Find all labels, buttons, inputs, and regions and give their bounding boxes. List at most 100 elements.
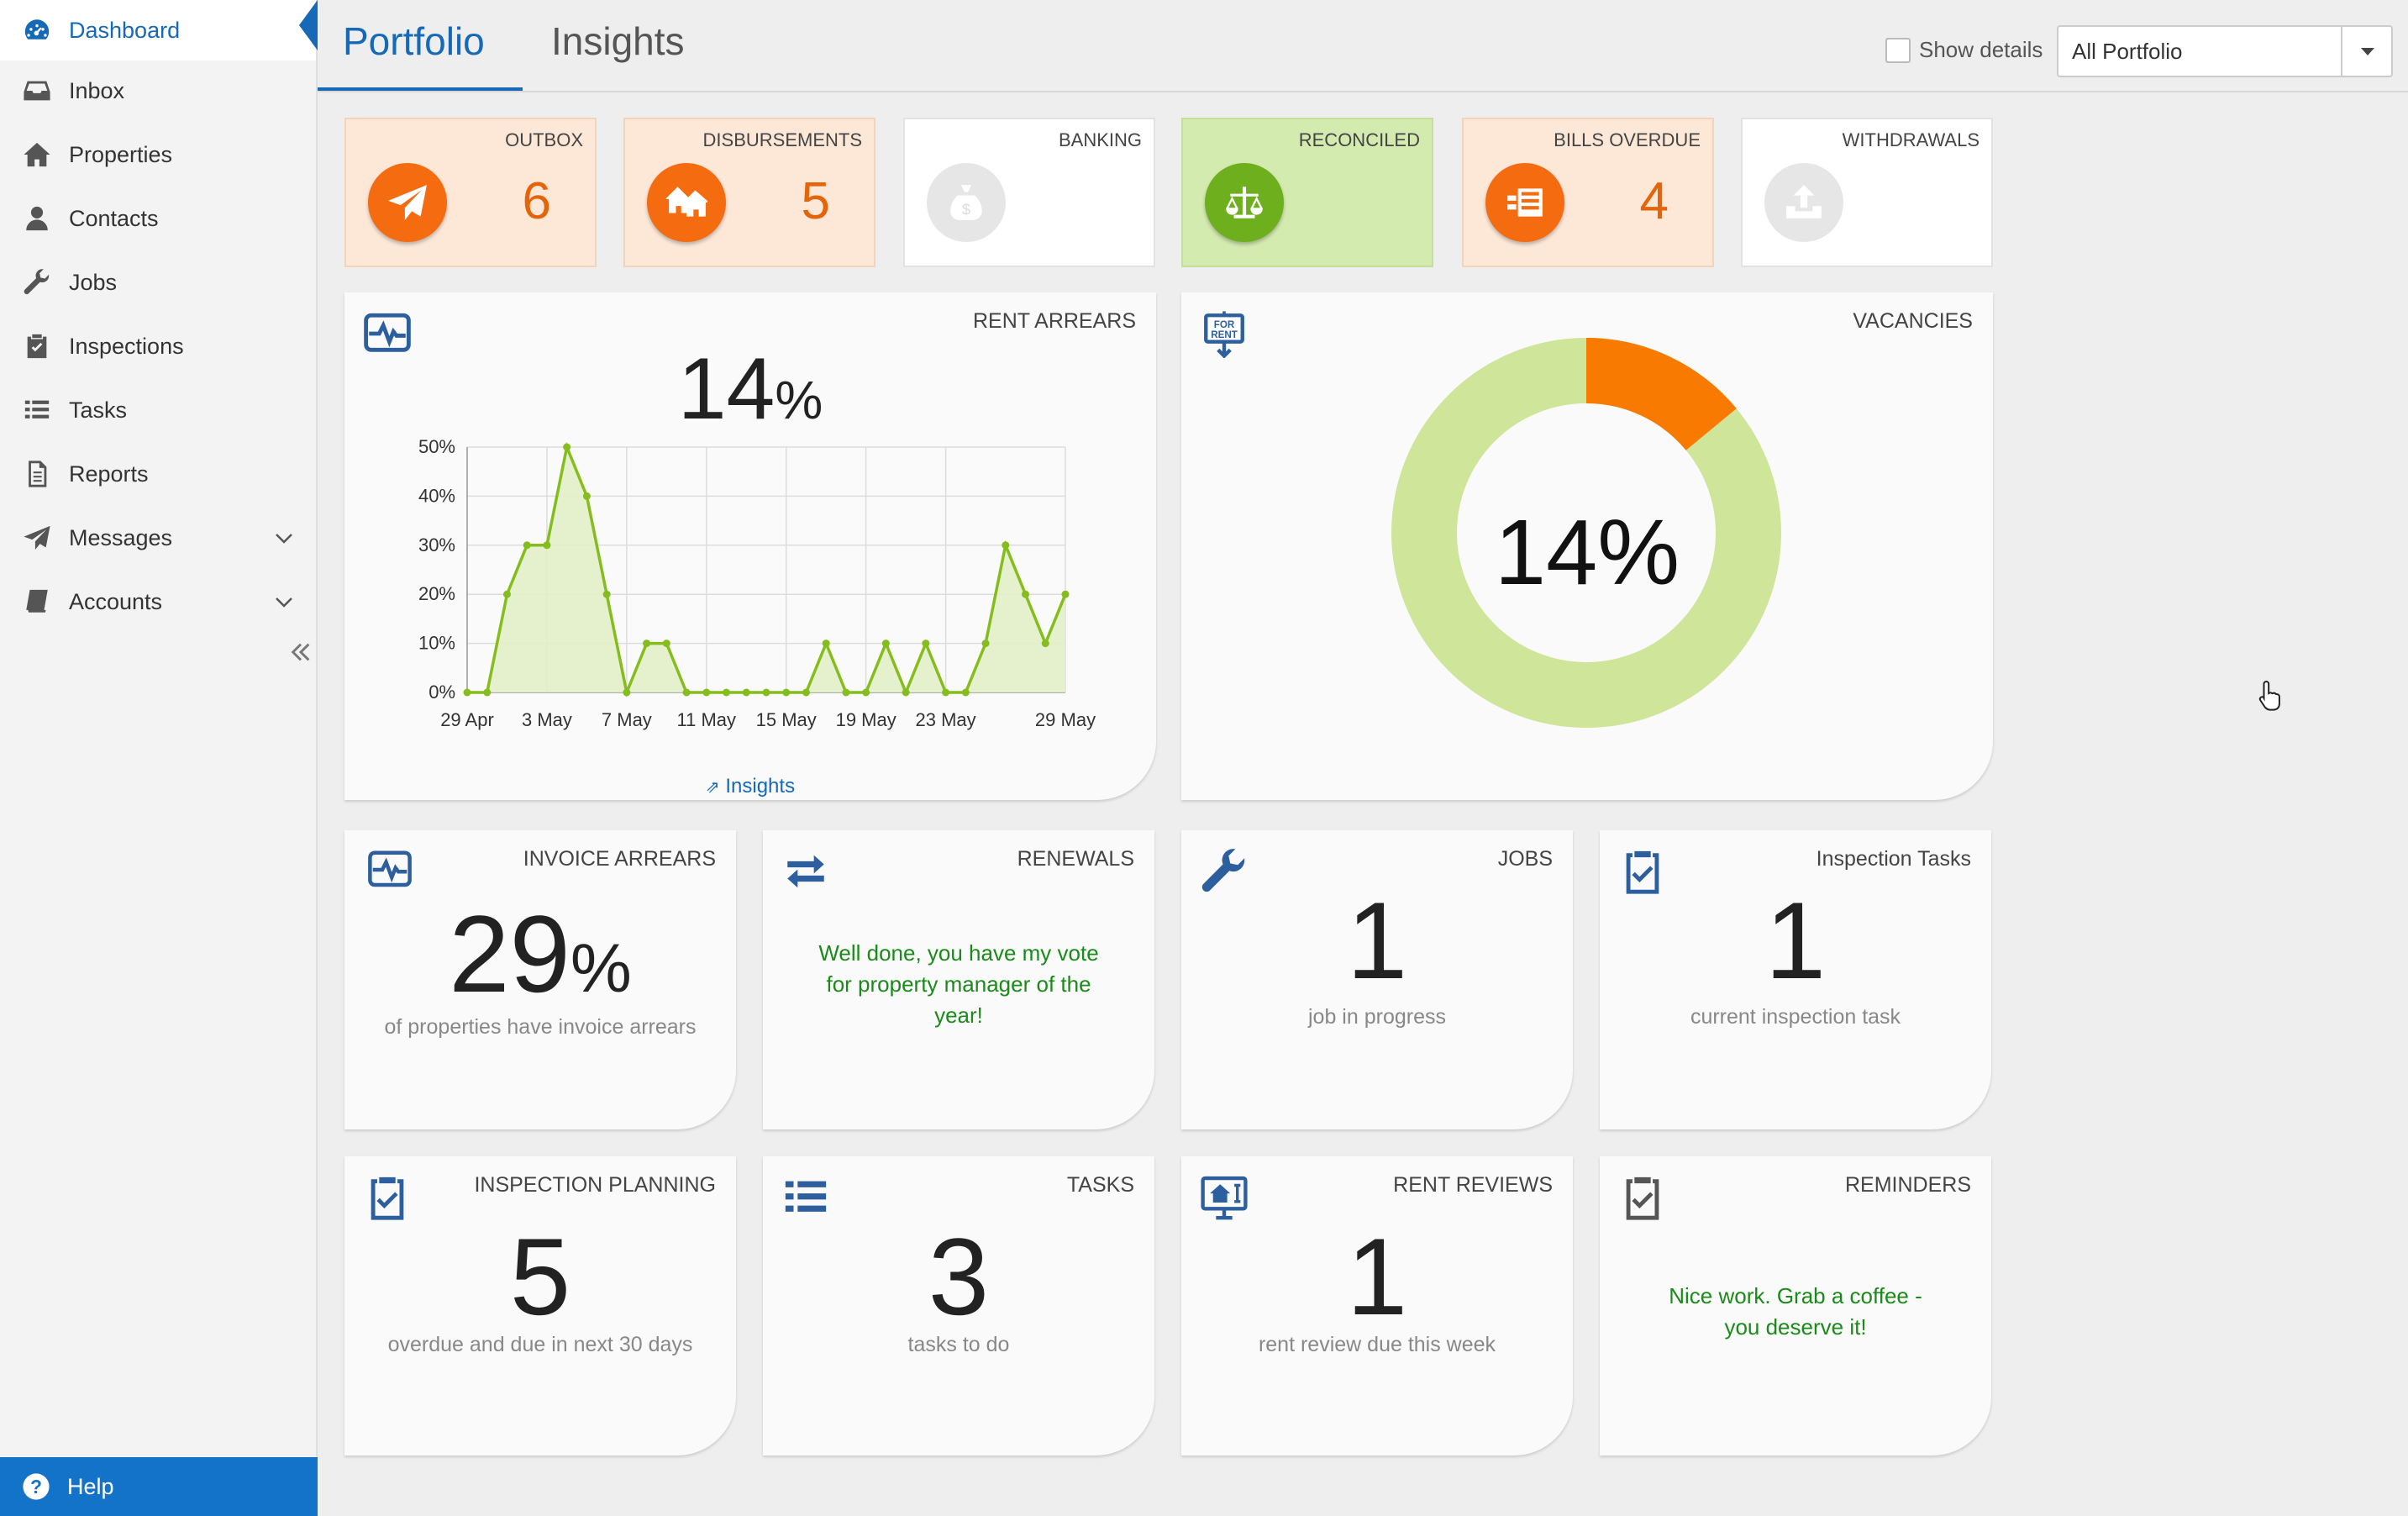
x-tick-label: 19 May bbox=[836, 709, 896, 730]
data-point bbox=[483, 688, 492, 697]
card-subtitle: overdue and due in next 30 days bbox=[387, 1333, 693, 1356]
sidebar-item-jobs[interactable]: Jobs bbox=[0, 252, 316, 313]
data-point bbox=[822, 640, 830, 648]
collapse-sidebar-icon[interactable] bbox=[289, 640, 313, 664]
paper-plane-icon bbox=[22, 523, 52, 553]
wrench-icon bbox=[22, 267, 52, 297]
tab-insights[interactable]: Insights bbox=[551, 18, 685, 64]
card-title: INSPECTION PLANNING bbox=[474, 1173, 716, 1197]
sidebar-item-inbox[interactable]: Inbox bbox=[0, 61, 316, 121]
hand-cursor-icon bbox=[2258, 681, 2280, 711]
percent-sign: % bbox=[570, 930, 632, 1007]
card-subtitle: rent review due this week bbox=[1258, 1333, 1496, 1356]
trend-icon: ⇗ bbox=[705, 778, 720, 797]
invoice-arrears-number: 29 bbox=[449, 892, 570, 1015]
data-point bbox=[981, 640, 990, 648]
y-tick-label: 20% bbox=[418, 583, 455, 604]
renewals-card: RENEWALS Well done, you have my vote for… bbox=[763, 830, 1154, 1129]
tasks-count: 3 bbox=[928, 1215, 990, 1338]
inspection-planning-card: INSPECTION PLANNING 5 overdue and due in… bbox=[344, 1156, 736, 1455]
data-point bbox=[942, 688, 950, 697]
banking-tile[interactable]: BANKING $ bbox=[903, 118, 1155, 267]
chevron-down-icon[interactable] bbox=[274, 592, 294, 612]
data-point bbox=[502, 590, 511, 598]
inspection-tasks-card: Inspection Tasks 1 current inspection ta… bbox=[1600, 830, 1991, 1129]
invoice-arrears-value: 29% bbox=[344, 891, 736, 1017]
sidebar-item-label: Dashboard bbox=[69, 17, 181, 43]
rent-arrears-chart: 0% 10% 20% 30% 40% 50% 29 Apr 3 May 7 May 11 May 1… bbox=[418, 436, 1096, 730]
tile-label: BILLS OVERDUE bbox=[1554, 129, 1701, 150]
data-point bbox=[662, 640, 670, 648]
card-title: RENEWALS bbox=[1017, 847, 1134, 871]
sidebar-item-reports[interactable]: Reports bbox=[0, 444, 316, 504]
chevron-down-icon[interactable] bbox=[274, 528, 294, 548]
data-point bbox=[1002, 541, 1010, 550]
tile-label: BANKING bbox=[1058, 129, 1142, 150]
heartbeat-monitor-icon bbox=[363, 847, 417, 892]
sidebar-item-accounts[interactable]: Accounts bbox=[0, 571, 316, 632]
bills-icon bbox=[1485, 163, 1564, 242]
x-tick-label: 15 May bbox=[756, 709, 817, 730]
card-title: TASKS bbox=[1066, 1173, 1134, 1197]
card-title: Inspection Tasks bbox=[1816, 847, 1971, 871]
tile-count: 6 bbox=[522, 172, 551, 230]
show-details-toggle[interactable]: Show details bbox=[1885, 37, 2043, 63]
card-title: REMINDERS bbox=[1844, 1173, 1971, 1197]
clipboard-check-icon bbox=[22, 331, 52, 361]
select-caret-icon[interactable] bbox=[2341, 27, 2391, 76]
dashboard-icon bbox=[22, 15, 52, 45]
data-point bbox=[723, 688, 731, 697]
home-icon bbox=[22, 139, 52, 170]
data-point bbox=[961, 688, 970, 697]
outbox-tile[interactable]: OUTBOX 6 bbox=[344, 118, 597, 267]
help-button[interactable]: ? Help bbox=[0, 1457, 318, 1516]
data-point bbox=[702, 688, 711, 697]
x-tick-label: 29 May bbox=[1035, 709, 1096, 730]
show-details-label: Show details bbox=[1919, 37, 2043, 62]
data-point bbox=[762, 688, 770, 697]
sidebar-item-label: Contacts bbox=[69, 205, 159, 231]
insights-link-label: Insights bbox=[725, 775, 796, 797]
data-point bbox=[643, 640, 651, 648]
svg-text:?: ? bbox=[30, 1476, 42, 1498]
reconciled-tile[interactable]: RECONCILED bbox=[1181, 118, 1433, 267]
sidebar-item-dashboard[interactable]: Dashboard bbox=[0, 0, 316, 61]
data-point bbox=[802, 688, 810, 697]
card-title: INVOICE ARREARS bbox=[523, 847, 716, 871]
paper-plane-icon bbox=[368, 163, 447, 242]
money-bag-icon: $ bbox=[927, 163, 1006, 242]
data-point bbox=[682, 688, 691, 697]
sidebar-item-label: Messages bbox=[69, 524, 173, 550]
data-point bbox=[1061, 590, 1070, 598]
tile-label: DISBURSEMENTS bbox=[702, 129, 862, 150]
sidebar-item-label: Inbox bbox=[69, 77, 125, 103]
invoice-arrears-card: INVOICE ARREARS 29% of properties have i… bbox=[344, 830, 736, 1129]
tab-portfolio[interactable]: Portfolio bbox=[343, 18, 485, 64]
bills-overdue-tile[interactable]: BILLS OVERDUE 4 bbox=[1462, 118, 1714, 267]
sidebar-item-contacts[interactable]: Contacts bbox=[0, 188, 316, 249]
reminders-message: Nice work. Grab a coffee - you deserve i… bbox=[1669, 1283, 1922, 1340]
data-point bbox=[1022, 590, 1030, 598]
sidebar-item-label: Accounts bbox=[69, 588, 163, 614]
withdrawals-tile[interactable]: WITHDRAWALS bbox=[1741, 118, 1993, 267]
donut-vacant-slice bbox=[1585, 338, 1737, 451]
rent-arrears-card: RENT ARREARS 14% 0% 10% 20% 30% 40% 50% 29 Apr… bbox=[344, 292, 1156, 800]
data-point bbox=[543, 541, 551, 550]
sidebar-item-messages[interactable]: Messages bbox=[0, 508, 316, 568]
portfolio-select[interactable]: All Portfolio bbox=[2057, 25, 2393, 77]
x-tick-label: 7 May bbox=[602, 709, 652, 730]
sidebar-item-inspections[interactable]: Inspections bbox=[0, 316, 316, 376]
insights-link[interactable]: ⇗ Insights bbox=[344, 775, 1156, 798]
sidebar-item-tasks[interactable]: Tasks bbox=[0, 380, 316, 440]
inspection-tasks-count: 1 bbox=[1764, 879, 1827, 1002]
show-details-checkbox[interactable] bbox=[1885, 37, 1911, 63]
tasks-card: TASKS 3 tasks to do bbox=[763, 1156, 1154, 1455]
sidebar-item-properties[interactable]: Properties bbox=[0, 124, 316, 185]
data-point bbox=[623, 688, 631, 697]
data-point bbox=[1041, 640, 1049, 648]
reminders-card: REMINDERS Nice work. Grab a coffee - you… bbox=[1600, 1156, 1991, 1455]
disbursements-tile[interactable]: DISBURSEMENTS 5 bbox=[623, 118, 875, 267]
tile-label: WITHDRAWALS bbox=[1842, 129, 1980, 150]
data-point bbox=[523, 541, 531, 550]
inbox-icon bbox=[22, 76, 52, 106]
